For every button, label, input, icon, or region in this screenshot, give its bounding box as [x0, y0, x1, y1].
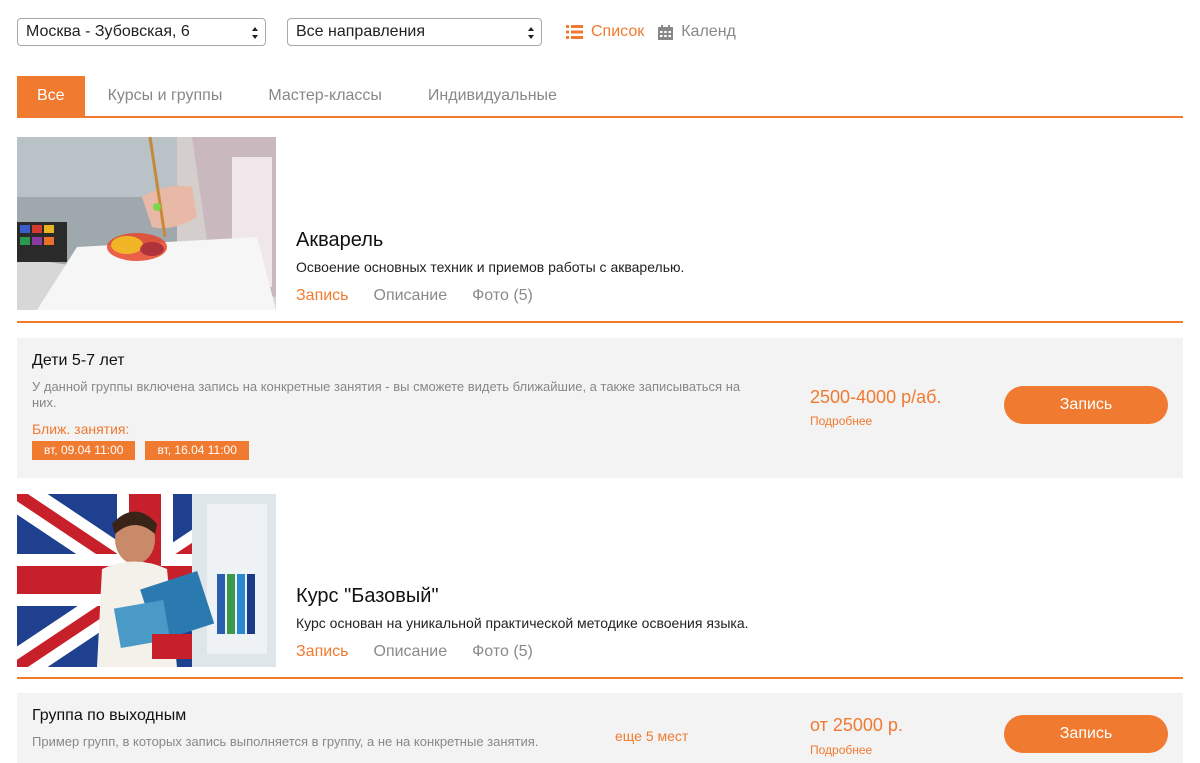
group-price: 2500-4000 р/аб. — [810, 387, 942, 407]
select-arrows-icon — [252, 27, 258, 39]
list-view-label: Список — [591, 23, 645, 40]
group-row: Дети 5-7 лет У данной группы включена за… — [17, 338, 1183, 478]
course-photos-link[interactable]: Фото (5) — [472, 643, 533, 661]
group-details-link[interactable]: Подробнее — [810, 414, 872, 428]
course-enroll-link[interactable]: Запись — [296, 643, 349, 661]
group-price: от 25000 р. — [810, 715, 903, 735]
group-row: Группа по выходным Пример групп, в котор… — [17, 693, 1183, 763]
course-image-watercolor[interactable] — [17, 137, 276, 310]
session-date[interactable]: вт, 09.04 11:00 — [32, 441, 136, 460]
session-dates: вт, 09.04 11:00 вт, 16.04 11:00 — [32, 441, 259, 460]
english-course-photo — [17, 494, 276, 667]
enroll-button[interactable]: Запись — [1004, 715, 1168, 753]
calendar-view-button[interactable]: Календ — [658, 23, 736, 41]
group-title: Дети 5-7 лет — [32, 352, 125, 369]
course-links: Запись Описание Фото (5) — [296, 643, 749, 661]
tab-courses-groups[interactable]: Курсы и группы — [85, 76, 246, 116]
course-enroll-link[interactable]: Запись — [296, 287, 349, 305]
course-card: Акварель Освоение основных техник и прие… — [17, 137, 1183, 323]
group-title: Группа по выходным — [32, 707, 187, 724]
category-tabs: Все Курсы и группы Мастер-классы Индивид… — [17, 76, 1183, 118]
direction-select[interactable]: Все направления — [287, 18, 542, 46]
watercolor-photo — [17, 137, 276, 310]
filter-bar: Москва - Зубовская, 6 Все направления Сп… — [17, 17, 736, 47]
calendar-view-label: Календ — [681, 23, 736, 40]
course-photos-link[interactable]: Фото (5) — [472, 287, 533, 305]
direction-select-value: Все направления — [296, 23, 426, 40]
city-select-value: Москва - Зубовская, 6 — [26, 23, 190, 40]
group-description: Пример групп, в которых запись выполняет… — [32, 734, 539, 749]
course-info: Курс "Базовый" Курс основан на уникально… — [296, 585, 749, 661]
course-image-english[interactable] — [17, 494, 276, 667]
session-date[interactable]: вт, 16.04 11:00 — [145, 441, 249, 460]
tab-all[interactable]: Все — [17, 76, 85, 116]
tab-master-classes[interactable]: Мастер-классы — [245, 76, 405, 116]
course-description: Курс основан на уникальной практической … — [296, 615, 749, 631]
list-icon — [566, 25, 583, 39]
course-title: Курс "Базовый" — [296, 585, 439, 607]
course-description-link[interactable]: Описание — [374, 643, 448, 661]
enroll-button[interactable]: Запись — [1004, 386, 1168, 424]
calendar-icon — [658, 24, 674, 40]
city-select[interactable]: Москва - Зубовская, 6 — [17, 18, 266, 46]
select-arrows-icon — [528, 27, 534, 39]
course-card: Курс "Базовый" Курс основан на уникально… — [17, 494, 1183, 679]
course-description-link[interactable]: Описание — [374, 287, 448, 305]
next-sessions-label: Ближ. занятия: — [32, 421, 130, 437]
group-details-link[interactable]: Подробнее — [810, 743, 872, 757]
group-description: У данной группы включена запись на конкр… — [32, 379, 741, 410]
list-view-button[interactable]: Список — [566, 23, 644, 41]
course-title: Акварель — [296, 229, 384, 251]
seats-left: еще 5 мест — [615, 728, 689, 744]
tab-individual[interactable]: Индивидуальные — [405, 76, 580, 116]
course-description: Освоение основных техник и приемов работ… — [296, 259, 685, 275]
course-info: Акварель Освоение основных техник и прие… — [296, 229, 684, 305]
course-links: Запись Описание Фото (5) — [296, 287, 684, 305]
